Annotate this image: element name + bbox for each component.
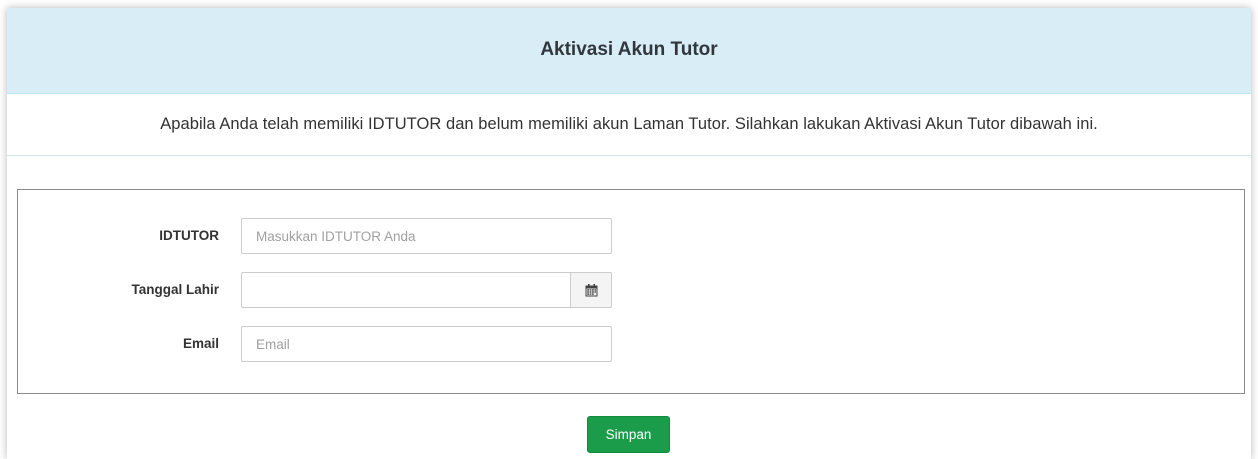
activation-panel: Aktivasi Akun Tutor Apabila Anda telah m…: [7, 8, 1251, 459]
idtutor-input[interactable]: [241, 218, 612, 254]
birth-date-label: Tanggal Lahir: [131, 282, 219, 297]
idtutor-row: IDTUTOR: [18, 218, 1244, 254]
datepicker-button[interactable]: [570, 272, 612, 308]
email-row: Email: [18, 326, 1244, 362]
page-frame: Aktivasi Akun Tutor Apabila Anda telah m…: [0, 0, 1258, 459]
page-title: Aktivasi Akun Tutor: [540, 38, 718, 60]
birth-date-row: Tanggal Lahir: [18, 272, 1244, 308]
email-field[interactable]: [241, 326, 612, 362]
email-label: Email: [182, 336, 219, 351]
activation-form: IDTUTOR Tanggal Lahir: [17, 189, 1245, 394]
calendar-icon: [585, 283, 597, 296]
info-notice: Apabila Anda telah memiliki IDTUTOR dan …: [7, 94, 1251, 156]
idtutor-label: IDTUTOR: [159, 228, 219, 243]
panel-heading: Aktivasi Akun Tutor: [7, 8, 1251, 94]
notice-text: Apabila Anda telah memiliki IDTUTOR dan …: [160, 115, 1098, 133]
save-button[interactable]: Simpan: [587, 416, 670, 453]
birth-date-input[interactable]: [241, 272, 570, 308]
